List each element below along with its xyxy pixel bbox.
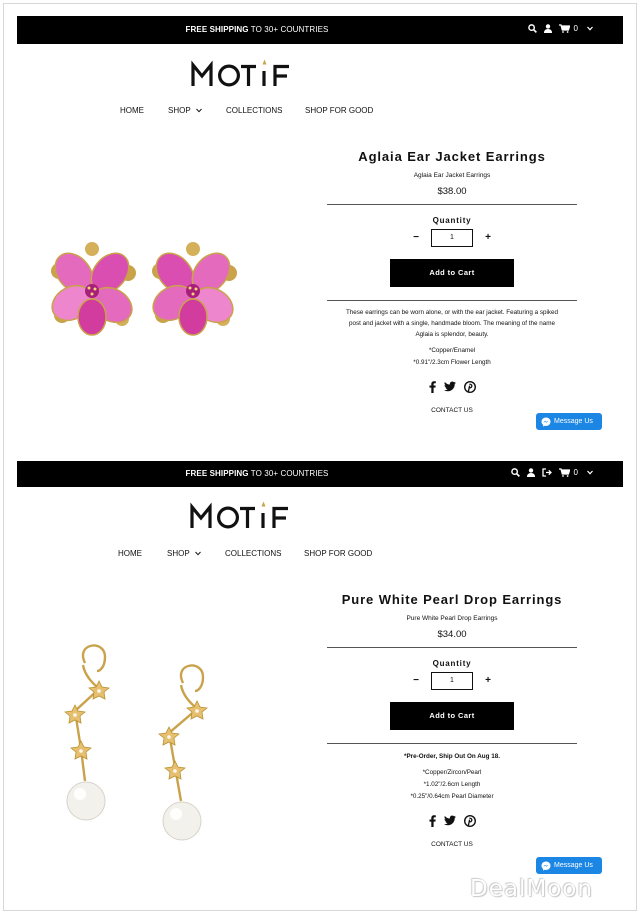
divider: [327, 647, 577, 648]
message-us-label: Message Us: [554, 418, 593, 425]
user-icon[interactable]: [543, 24, 552, 33]
quantity-input[interactable]: 1: [431, 672, 473, 690]
motif-logo[interactable]: [191, 59, 297, 89]
nav-shop-for-good[interactable]: SHOP FOR GOOD: [304, 549, 372, 558]
spec-line: *Copper/Zircon/Pearl: [422, 769, 482, 776]
preorder-notice: *Pre-Order, Ship Out On Aug 18.: [404, 753, 500, 760]
twitter-icon[interactable]: [443, 381, 456, 392]
sign-out-icon[interactable]: [541, 468, 552, 477]
chevron-down-icon: [194, 551, 201, 556]
chevron-down-icon[interactable]: [587, 470, 593, 475]
product-info: Aglaia Ear Jacket Earrings Aglaia Ear Ja…: [327, 149, 577, 414]
spec-line: *0.25"/0.64cm Pearl Diameter: [410, 793, 494, 800]
message-us-label: Message Us: [554, 862, 593, 869]
product-page-pearl: FREE SHIPPING TO 30+ COUNTRIES 0 HOME SH…: [17, 461, 623, 901]
divider: [327, 743, 577, 744]
pinterest-icon[interactable]: [463, 815, 476, 827]
nav-collections[interactable]: COLLECTIONS: [225, 549, 281, 558]
quantity-stepper: − 1 +: [327, 672, 577, 690]
quantity-decrease-button[interactable]: −: [409, 675, 423, 687]
user-icon[interactable]: [526, 468, 535, 477]
social-share: [327, 381, 577, 393]
nav-shop-for-good[interactable]: SHOP FOR GOOD: [305, 106, 373, 115]
messenger-icon: [541, 861, 551, 871]
chevron-down-icon[interactable]: [587, 26, 593, 31]
chevron-down-icon: [195, 108, 202, 113]
facebook-icon[interactable]: [429, 815, 436, 827]
social-share: [327, 815, 577, 827]
pinterest-icon[interactable]: [463, 381, 476, 393]
product-subtitle: Pure White Pearl Drop Earrings: [406, 615, 498, 622]
quantity-label: Quantity: [432, 216, 472, 225]
promo-text: FREE SHIPPING TO 30+ COUNTRIES: [185, 25, 329, 34]
main-nav: HOME SHOP COLLECTIONS SHOP FOR GOOD: [17, 106, 623, 120]
product-page-aglaia: FREE SHIPPING TO 30+ COUNTRIES 0 HOME SH…: [17, 16, 623, 446]
quantity-stepper: − 1 +: [327, 229, 577, 247]
divider: [327, 300, 577, 301]
messenger-icon: [541, 417, 551, 427]
search-icon[interactable]: [510, 468, 520, 477]
header-icons: 0: [527, 24, 593, 33]
add-to-cart-button[interactable]: Add to Cart: [390, 702, 514, 730]
nav-shop-label: SHOP: [168, 106, 191, 115]
cart-count[interactable]: 0: [574, 24, 578, 33]
divider: [327, 204, 577, 205]
quantity-increase-button[interactable]: +: [481, 675, 495, 687]
product-title: Pure White Pearl Drop Earrings: [341, 592, 563, 607]
messenger-button[interactable]: Message Us: [536, 413, 602, 430]
announcement-bar: FREE SHIPPING TO 30+ COUNTRIES 0: [17, 16, 623, 44]
quantity-input[interactable]: 1: [431, 229, 473, 247]
product-title: Aglaia Ear Jacket Earrings: [358, 149, 546, 164]
nav-shop[interactable]: SHOP: [167, 549, 201, 558]
description-line: post and jacket with a single, handmade …: [348, 320, 556, 327]
quantity-decrease-button[interactable]: −: [409, 232, 423, 244]
product-price: $34.00: [437, 629, 467, 640]
messenger-button[interactable]: Message Us: [536, 857, 602, 874]
nav-shop[interactable]: SHOP: [168, 106, 202, 115]
description-line: Aglaia is splendor, beauty.: [415, 331, 489, 338]
contact-us-link[interactable]: CONTACT US: [327, 841, 577, 848]
facebook-icon[interactable]: [429, 381, 436, 393]
cart-icon[interactable]: [558, 468, 570, 477]
description-line: These earrings can be worn alone, or wit…: [345, 309, 559, 316]
product-subtitle: Aglaia Ear Jacket Earrings: [413, 172, 491, 179]
main-nav: HOME SHOP COLLECTIONS SHOP FOR GOOD: [17, 549, 623, 563]
promo-text: FREE SHIPPING TO 30+ COUNTRIES: [185, 469, 329, 478]
announcement-bar: FREE SHIPPING TO 30+ COUNTRIES 0: [17, 461, 623, 487]
nav-home[interactable]: HOME: [120, 106, 144, 115]
cart-count[interactable]: 0: [574, 468, 578, 477]
flower-earrings-image[interactable]: [37, 236, 249, 346]
product-info: Pure White Pearl Drop Earrings Pure Whit…: [327, 592, 577, 848]
nav-home[interactable]: HOME: [118, 549, 142, 558]
watermark: DealMoon: [470, 876, 593, 902]
spec-line: *Copper/Enamel: [428, 347, 476, 354]
add-to-cart-button[interactable]: Add to Cart: [390, 259, 514, 287]
header-icons: 0: [510, 468, 593, 477]
search-icon[interactable]: [527, 24, 537, 33]
product-price: $38.00: [437, 186, 467, 197]
spec-line: *0.91"/2.3cm Flower Length: [413, 359, 491, 366]
spec-line: *1.02"/2.6cm Length: [423, 781, 481, 788]
product-description: These earrings can be worn alone, or wit…: [327, 307, 577, 340]
cart-icon[interactable]: [558, 24, 570, 33]
motif-logo[interactable]: [190, 501, 296, 531]
nav-shop-label: SHOP: [167, 549, 190, 558]
quantity-label: Quantity: [432, 659, 472, 668]
quantity-increase-button[interactable]: +: [481, 232, 495, 244]
pearl-drop-earrings-image[interactable]: [45, 641, 235, 841]
twitter-icon[interactable]: [443, 815, 456, 826]
nav-collections[interactable]: COLLECTIONS: [226, 106, 282, 115]
